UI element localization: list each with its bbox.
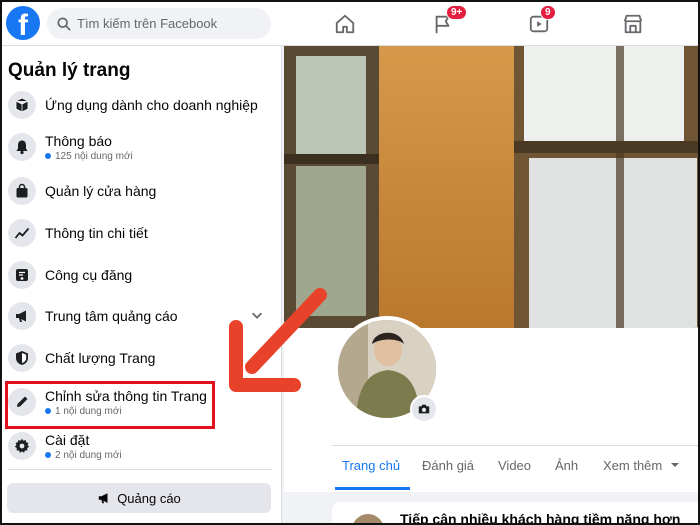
sidebar-title: Quản lý trang bbox=[8, 60, 131, 81]
pages-tab[interactable]: 9+ bbox=[428, 5, 468, 38]
new-dot-icon bbox=[45, 153, 51, 159]
marketplace-icon bbox=[623, 14, 643, 34]
cover-photo-image bbox=[284, 46, 698, 328]
new-content-count: 125 nội dung mới bbox=[45, 151, 133, 162]
cover-photo[interactable] bbox=[284, 46, 698, 328]
watch-notification-badge: 9 bbox=[540, 5, 556, 20]
sidebar-item-settings[interactable]: Cài đặt 2 nội dung mới bbox=[2, 426, 274, 466]
change-avatar-button[interactable] bbox=[410, 395, 438, 423]
promote-button[interactable]: Quảng cáo bbox=[7, 483, 271, 513]
sidebar-item-insights[interactable]: Thông tin chi tiết bbox=[2, 213, 274, 253]
camera-icon bbox=[418, 404, 430, 414]
home-tab[interactable] bbox=[330, 10, 360, 38]
tab-more[interactable]: Xem thêm bbox=[603, 458, 680, 473]
promote-button-label: Quảng cáo bbox=[117, 490, 181, 506]
search-box[interactable] bbox=[47, 8, 271, 39]
bell-icon bbox=[8, 133, 36, 161]
facebook-logo-icon[interactable]: f bbox=[6, 6, 40, 40]
sidebar-item-notifications[interactable]: Thông báo 125 nội dung mới bbox=[2, 127, 274, 167]
red-arrow-icon bbox=[229, 288, 327, 392]
megaphone-icon bbox=[8, 302, 36, 330]
facebook-page-screen: f 9+ 9 Quản lý trang Ứng dụng dành cho d… bbox=[0, 0, 700, 525]
sidebar-item-label: Trung tâm quảng cáo bbox=[45, 308, 178, 324]
sidebar-item-label: Cài đặt bbox=[45, 431, 90, 448]
marketplace-tab[interactable] bbox=[618, 10, 648, 38]
sidebar-item-label: Ứng dụng dành cho doanh nghiệp bbox=[45, 97, 258, 113]
tabs-divider bbox=[332, 445, 698, 446]
shopping-bag-icon bbox=[8, 177, 36, 205]
sidebar-item-label: Công cụ đăng bbox=[45, 267, 133, 283]
watch-tab[interactable]: 9 bbox=[524, 5, 556, 38]
new-content-count: 2 nội dung mới bbox=[45, 450, 122, 461]
promo-text[interactable]: Tiếp cận nhiều khách hàng tiềm năng hơn bbox=[400, 511, 680, 523]
tab-more-label: Xem thêm bbox=[603, 458, 663, 473]
new-content-text: 2 nội dung mới bbox=[55, 449, 122, 461]
sidebar-divider bbox=[8, 469, 272, 470]
sidebar-item-label: Chất lượng Trang bbox=[45, 350, 156, 366]
active-tab-indicator bbox=[335, 487, 410, 490]
tab-reviews[interactable]: Đánh giá bbox=[422, 458, 474, 473]
sidebar-item-label: Quản lý cửa hàng bbox=[45, 183, 157, 199]
box-icon bbox=[8, 91, 36, 119]
tab-videos[interactable]: Video bbox=[498, 458, 531, 473]
tab-photos[interactable]: Ảnh bbox=[555, 458, 578, 473]
sidebar-item-label: Thông tin chi tiết bbox=[45, 225, 148, 241]
new-content-text: 125 nội dung mới bbox=[55, 150, 133, 162]
sidebar-item-label: Thông báo bbox=[45, 132, 112, 149]
home-icon bbox=[335, 14, 355, 34]
pages-notification-badge: 9+ bbox=[446, 5, 468, 20]
trend-chart-icon bbox=[8, 219, 36, 247]
shield-icon bbox=[8, 344, 36, 372]
search-icon bbox=[57, 16, 71, 31]
top-navigation-bar: f 9+ 9 bbox=[2, 2, 698, 46]
gear-icon bbox=[8, 432, 36, 460]
tab-home[interactable]: Trang chủ bbox=[342, 458, 400, 473]
megaphone-icon bbox=[98, 493, 108, 504]
new-dot-icon bbox=[45, 452, 51, 458]
sidebar-item-business-apps[interactable]: Ứng dụng dành cho doanh nghiệp bbox=[2, 85, 274, 125]
caret-down-icon bbox=[670, 463, 679, 467]
settings-highlight-box bbox=[5, 381, 215, 429]
publishing-tools-icon bbox=[8, 261, 36, 289]
sidebar-item-shop[interactable]: Quản lý cửa hàng bbox=[2, 171, 274, 211]
page-management-sidebar: Quản lý trang Ứng dụng dành cho doanh ng… bbox=[2, 46, 282, 523]
search-input[interactable] bbox=[77, 16, 267, 31]
